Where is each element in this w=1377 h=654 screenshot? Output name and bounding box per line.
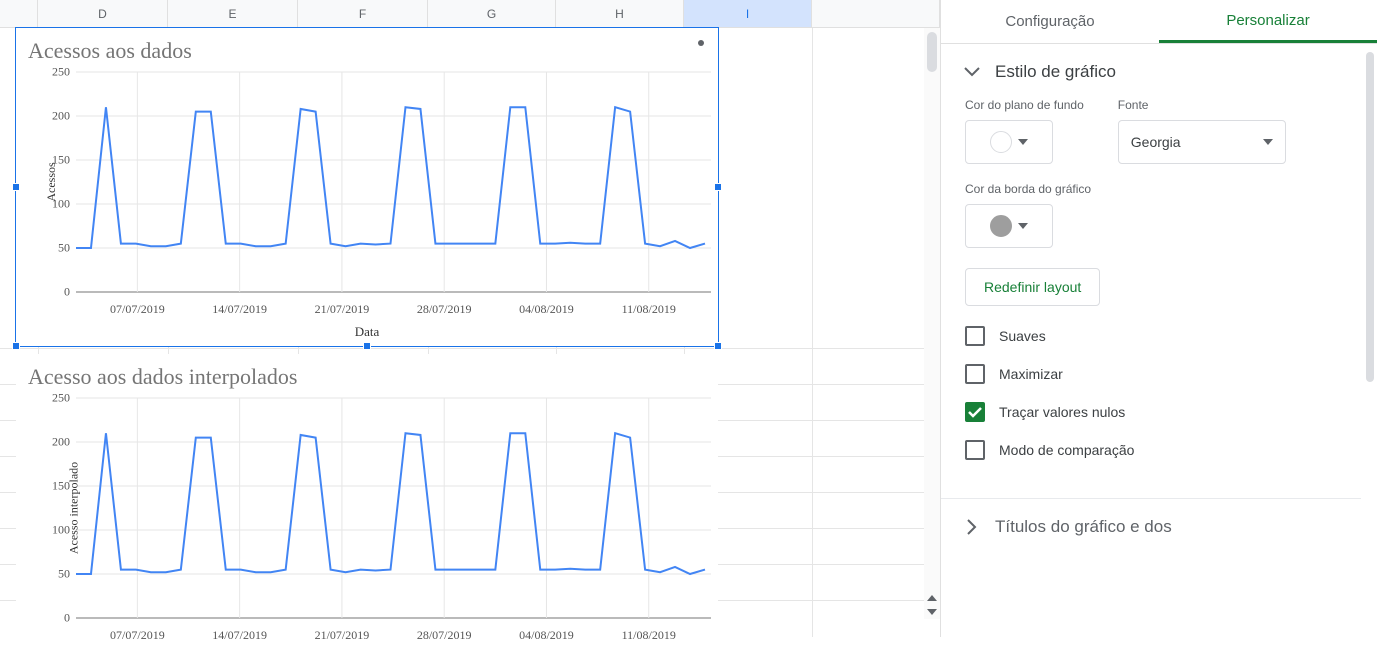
sidebar-scrollbar[interactable] <box>1365 52 1375 629</box>
field-bgcolor: Cor do plano de fundo <box>965 98 1084 164</box>
y-tick: 200 <box>52 109 70 124</box>
y-tick: 50 <box>58 567 70 582</box>
tab-customize[interactable]: Personalizar <box>1159 0 1377 43</box>
y-tick: 150 <box>52 153 70 168</box>
x-tick: 07/07/2019 <box>110 302 165 317</box>
resize-handle-sw[interactable] <box>12 342 20 350</box>
col-header-e[interactable]: E <box>168 0 298 27</box>
dropdown-icon <box>1018 223 1028 229</box>
check-icon <box>968 407 982 418</box>
bgcolor-picker[interactable] <box>965 120 1053 164</box>
y-tick: 200 <box>52 435 70 450</box>
chart-interpolados[interactable]: Acesso aos dados interpolados Acesso int… <box>16 354 718 654</box>
chart-a-title: Acessos aos dados <box>16 28 718 68</box>
reset-layout-button[interactable]: Redefinir layout <box>965 268 1100 306</box>
check-maximize[interactable]: Maximizar <box>965 364 1337 384</box>
check-compare[interactable]: Modo de comparação <box>965 440 1337 460</box>
field-border-color: Cor da borda do gráfico <box>965 182 1337 248</box>
x-tick: 28/07/2019 <box>417 302 472 317</box>
section-chart-style-title: Estilo de gráfico <box>995 62 1116 82</box>
col-header-f[interactable]: F <box>298 0 428 27</box>
chart-acessos[interactable]: Acessos aos dados Acessos 05010015020025… <box>16 28 718 346</box>
dropdown-icon <box>1018 139 1028 145</box>
y-tick: 100 <box>52 523 70 538</box>
bgcolor-label: Cor do plano de fundo <box>965 98 1084 112</box>
check-compare-label: Modo de comparação <box>999 442 1134 458</box>
check-maximize-label: Maximizar <box>999 366 1063 382</box>
vertical-scrollbar[interactable] <box>924 28 940 619</box>
col-header-spacer <box>0 0 38 27</box>
chart-b-svg <box>76 394 711 622</box>
column-headers: D E F G H I <box>0 0 940 28</box>
x-tick: 11/08/2019 <box>622 628 676 643</box>
sidebar-content: Estilo de gráfico Cor do plano de fundo … <box>941 44 1377 637</box>
chart-editor-sidebar: Configuração Personalizar Estilo de gráf… <box>940 0 1377 637</box>
col-header-h[interactable]: H <box>556 0 684 27</box>
field-font: Fonte Georgia <box>1118 98 1286 164</box>
x-tick: 21/07/2019 <box>315 628 370 643</box>
chart-b-ylabel: Acesso interpolado <box>67 462 82 554</box>
col-header-extra <box>812 0 940 27</box>
y-tick: 0 <box>64 611 70 626</box>
x-tick: 04/08/2019 <box>519 628 574 643</box>
font-select[interactable]: Georgia <box>1118 120 1286 164</box>
tab-config[interactable]: Configuração <box>941 0 1159 43</box>
dropdown-icon <box>1263 139 1273 145</box>
col-header-g[interactable]: G <box>428 0 556 27</box>
chart-a-xlabel: Data <box>16 324 718 340</box>
x-tick: 21/07/2019 <box>315 302 370 317</box>
scroll-thumb[interactable] <box>927 32 937 72</box>
x-tick: 07/07/2019 <box>110 628 165 643</box>
chevron-right-icon <box>963 518 981 536</box>
y-tick: 150 <box>52 479 70 494</box>
font-label: Fonte <box>1118 98 1286 112</box>
sidebar-scroll-thumb[interactable] <box>1366 52 1374 382</box>
resize-handle-s[interactable] <box>363 342 371 350</box>
check-plot-null-label: Traçar valores nulos <box>999 404 1125 420</box>
x-tick: 14/07/2019 <box>212 628 267 643</box>
checkbox-compare[interactable] <box>965 440 985 460</box>
section-chart-style-header[interactable]: Estilo de gráfico <box>941 44 1361 92</box>
chart-b-plot: Acesso interpolado 05010015020025007/07/… <box>76 394 711 622</box>
sidebar-tabs: Configuração Personalizar <box>941 0 1377 44</box>
x-tick: 14/07/2019 <box>212 302 267 317</box>
check-smooth-label: Suaves <box>999 328 1046 344</box>
y-tick: 100 <box>52 197 70 212</box>
scroll-down-icon[interactable] <box>924 605 940 619</box>
border-color-label: Cor da borda do gráfico <box>965 182 1337 196</box>
resize-handle-w[interactable] <box>12 183 20 191</box>
chevron-down-icon <box>963 63 981 81</box>
chart-menu-icon[interactable] <box>698 40 704 46</box>
checkbox-smooth[interactable] <box>965 326 985 346</box>
spreadsheet-area: D E F G H I Acessos aos dados Acessos <box>0 0 940 637</box>
x-tick: 04/08/2019 <box>519 302 574 317</box>
chart-b-title: Acesso aos dados interpolados <box>16 354 718 394</box>
scroll-up-icon[interactable] <box>924 591 940 605</box>
checkbox-plot-null[interactable] <box>965 402 985 422</box>
section-chart-style-body: Cor do plano de fundo Fonte Georgia Cor … <box>941 92 1361 498</box>
chart-a-plot: Acessos 05010015020025007/07/201914/07/2… <box>76 68 711 296</box>
check-plot-null[interactable]: Traçar valores nulos <box>965 402 1337 422</box>
check-smooth[interactable]: Suaves <box>965 326 1337 346</box>
section-titles-title: Títulos do gráfico e dos <box>995 517 1172 537</box>
y-tick: 250 <box>52 391 70 406</box>
border-color-picker[interactable] <box>965 204 1053 248</box>
y-tick: 0 <box>64 285 70 300</box>
font-value: Georgia <box>1131 134 1181 150</box>
border-color-swatch <box>990 215 1012 237</box>
checkbox-maximize[interactable] <box>965 364 985 384</box>
bgcolor-swatch <box>990 131 1012 153</box>
y-tick: 250 <box>52 65 70 80</box>
col-header-d[interactable]: D <box>38 0 168 27</box>
resize-handle-e[interactable] <box>714 183 722 191</box>
section-titles-header[interactable]: Títulos do gráfico e dos <box>941 498 1361 543</box>
chart-a-svg <box>76 68 711 296</box>
x-tick: 11/08/2019 <box>622 302 676 317</box>
resize-handle-se[interactable] <box>714 342 722 350</box>
y-tick: 50 <box>58 241 70 256</box>
x-tick: 28/07/2019 <box>417 628 472 643</box>
col-header-i[interactable]: I <box>684 0 812 27</box>
